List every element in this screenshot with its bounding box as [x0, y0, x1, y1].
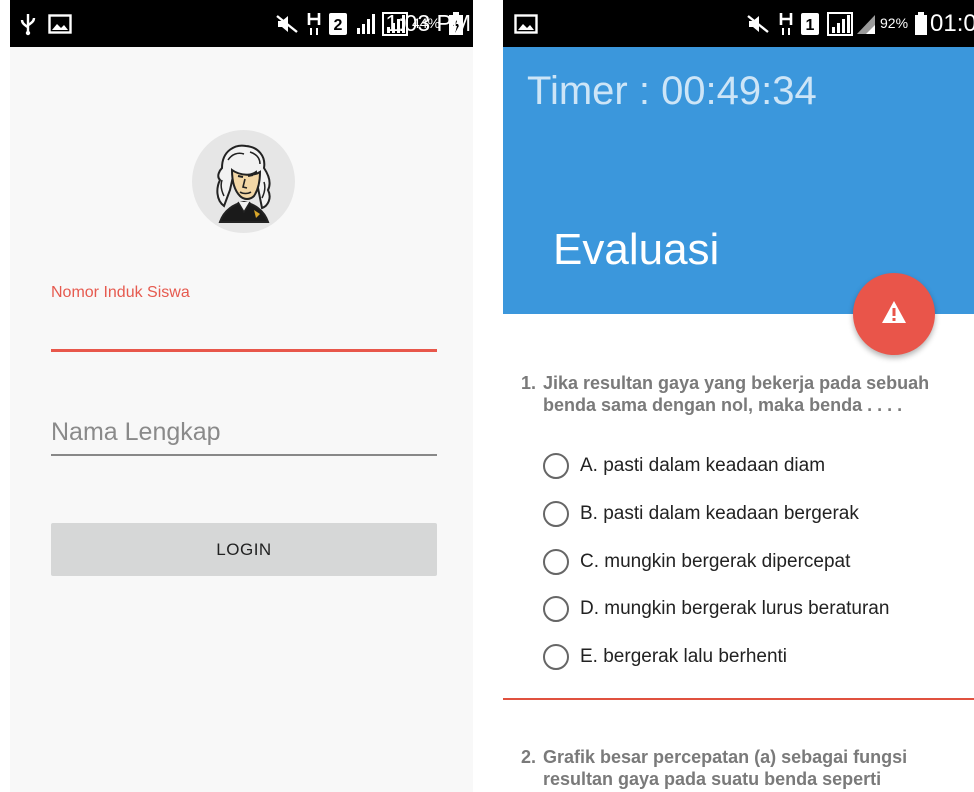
- radio-button[interactable]: [543, 596, 569, 622]
- sim-2-icon: 2: [328, 11, 348, 37]
- radio-button[interactable]: [543, 501, 569, 527]
- h-data-icon: [306, 11, 322, 37]
- usb-icon: [18, 11, 38, 37]
- battery-icon: [914, 11, 928, 37]
- option-label: C. mungkin bergerak dipercepat: [580, 551, 851, 572]
- report-button[interactable]: [853, 273, 935, 355]
- question-1: 1. Jika resultan gaya yang bekerja pada …: [521, 372, 941, 416]
- status-bar: 2 44%: [10, 0, 473, 47]
- option-label: D. mungkin bergerak lurus beraturan: [580, 598, 890, 619]
- question-divider: [503, 698, 974, 700]
- svg-text:2: 2: [334, 17, 343, 34]
- radio-button[interactable]: [543, 549, 569, 575]
- question-text: Grafik besar percepatan (a) sebagai fung…: [543, 747, 908, 789]
- mute-icon: [275, 11, 299, 37]
- option-c[interactable]: C. mungkin bergerak dipercepat: [543, 548, 850, 576]
- battery-charging-icon: [448, 11, 464, 37]
- h-data-icon: [778, 11, 794, 37]
- option-label: B. pasti dalam keadaan bergerak: [580, 503, 859, 524]
- option-b[interactable]: B. pasti dalam keadaan bergerak: [543, 500, 859, 528]
- timer: Timer : 00:49:34: [527, 69, 817, 113]
- nama-input-underline: [51, 454, 437, 456]
- option-label: A. pasti dalam keadaan diam: [580, 455, 826, 476]
- nama-input[interactable]: Nama Lengkap: [51, 418, 221, 447]
- signal-icon: [382, 11, 408, 37]
- image-icon: [513, 11, 539, 37]
- mute-icon: [746, 11, 770, 37]
- page-title: Evaluasi: [553, 225, 720, 274]
- option-a[interactable]: A. pasti dalam keadaan diam: [543, 452, 825, 480]
- option-e[interactable]: E. bergerak lalu berhenti: [543, 643, 787, 671]
- status-time: 01:08: [930, 10, 974, 37]
- signal-icon: [827, 11, 853, 37]
- option-label: E. bergerak lalu berhenti: [580, 646, 788, 667]
- battery-percent: 44%: [412, 15, 441, 31]
- avatar: [192, 130, 295, 233]
- sim-1-icon: 1: [800, 11, 820, 37]
- radio-button[interactable]: [543, 453, 569, 479]
- question-2: 2. Grafik besar percepatan (a) sebagai f…: [521, 746, 941, 790]
- image-icon: [47, 11, 73, 37]
- question-number: 2.: [521, 747, 537, 767]
- nis-label: Nomor Induk Siswa: [51, 284, 190, 301]
- login-button[interactable]: LOGIN: [51, 523, 437, 576]
- question-text: Jika resultan gaya yang bekerja pada seb…: [543, 373, 930, 415]
- login-screen: 2 44% 1:03 PM Nomor Induk Siswa Nama Len…: [10, 0, 473, 792]
- question-number: 1.: [521, 373, 537, 393]
- evaluation-screen: 1 92% 01:08 Timer : 00:49:34 Evaluasi 1.…: [503, 0, 974, 792]
- option-d[interactable]: D. mungkin bergerak lurus beraturan: [543, 595, 889, 623]
- signal-icon: [856, 11, 876, 37]
- svg-text:1: 1: [806, 17, 815, 34]
- warning-icon: [881, 300, 907, 329]
- signal-icon: [355, 11, 379, 37]
- battery-percent: 92%: [880, 15, 909, 31]
- nis-input[interactable]: [51, 349, 437, 352]
- radio-button[interactable]: [543, 644, 569, 670]
- status-bar: 1 92% 01:08: [503, 0, 974, 47]
